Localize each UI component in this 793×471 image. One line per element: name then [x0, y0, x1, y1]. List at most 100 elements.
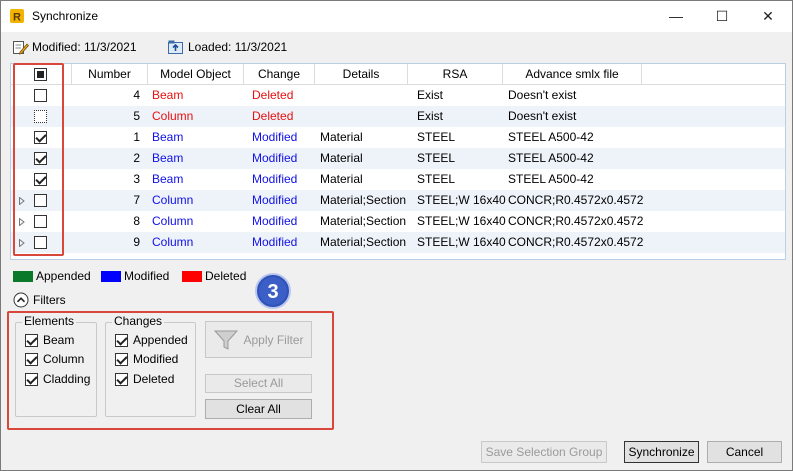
- legend-deleted-label: Deleted: [205, 269, 247, 283]
- clear-all-button[interactable]: Clear All: [205, 399, 312, 419]
- cell-rsa: STEEL;W 16x40: [417, 214, 506, 228]
- table-row[interactable]: 1 Beam Modified Material STEEL STEEL A500-42: [11, 127, 785, 148]
- apply-filter-label: Apply Filter: [243, 332, 304, 347]
- table-row[interactable]: 7 Column Modified Material;Section STEEL;W 1…: [11, 190, 785, 211]
- filter-beam-label: Beam: [43, 333, 75, 347]
- cell-number: 7: [133, 193, 140, 207]
- table-row[interactable]: 4 Beam Deleted Exist Doesn't exist: [11, 85, 785, 106]
- table-row[interactable]: 2 Beam Modified Material STEEL STEEL A500-42: [11, 148, 785, 169]
- loaded-date: Loaded: 11/3/2021: [188, 40, 288, 54]
- synchronize-button[interactable]: Synchronize: [624, 441, 699, 463]
- elements-group: Elements Beam Column Cladding: [15, 314, 97, 417]
- header-details[interactable]: Details: [315, 64, 408, 85]
- filter-appended-label: Appended: [133, 333, 188, 347]
- cell-change: Modified: [252, 130, 298, 144]
- minimize-button[interactable]: —: [653, 1, 699, 32]
- header-model-object[interactable]: Model Object: [148, 64, 244, 85]
- cell-change: Deleted: [252, 88, 294, 102]
- filter-column[interactable]: Column: [25, 352, 84, 366]
- filter-modified-checkbox[interactable]: [115, 352, 128, 366]
- cell-smlx: CONCR;R0.4572x0.4572: [508, 214, 644, 228]
- header-change[interactable]: Change: [244, 64, 315, 85]
- header-rsa[interactable]: RSA: [408, 64, 503, 85]
- legend-appended: Appended: [13, 269, 91, 283]
- cell-details: [320, 106, 408, 127]
- window-title: Synchronize: [32, 9, 99, 23]
- select-all-button[interactable]: Select All: [205, 374, 312, 393]
- cell-smlx: Doesn't exist: [508, 88, 577, 102]
- cell-details: Material: [320, 172, 363, 186]
- cancel-button[interactable]: Cancel: [707, 441, 782, 463]
- svg-text:R: R: [13, 12, 21, 24]
- filter-appended-checkbox[interactable]: [115, 333, 128, 347]
- collapse-chevron-icon[interactable]: [13, 292, 29, 308]
- filter-beam[interactable]: Beam: [25, 333, 74, 347]
- cell-details: Material;Section: [320, 235, 407, 249]
- cell-smlx: CONCR;R0.4572x0.4572: [508, 193, 644, 207]
- table-row[interactable]: 3 Beam Modified Material STEEL STEEL A500-42: [11, 169, 785, 190]
- cell-smlx: Doesn't exist: [508, 109, 577, 123]
- filter-beam-checkbox[interactable]: [25, 333, 38, 347]
- legend-deleted: Deleted: [182, 269, 246, 283]
- table-row[interactable]: 5 Column Deleted Exist Doesn't exist: [11, 106, 785, 127]
- filter-deleted-checkbox[interactable]: [115, 372, 128, 386]
- legend-modified: Modified: [101, 269, 169, 283]
- cell-smlx: STEEL A500-42: [508, 172, 594, 186]
- app-icon: R: [10, 9, 24, 24]
- deleted-swatch: [182, 270, 202, 282]
- cell-number: 9: [133, 235, 140, 249]
- cell-smlx: STEEL A500-42: [508, 130, 594, 144]
- legend-appended-label: Appended: [36, 269, 91, 283]
- table-row[interactable]: 9 Column Modified Material;Section STEEL;W 1…: [11, 232, 785, 253]
- cell-change: Deleted: [252, 109, 294, 123]
- cell-change: Modified: [252, 172, 298, 186]
- table-row[interactable]: 8 Column Modified Material;Section STEEL;W 1…: [11, 211, 785, 232]
- cell-number: 1: [133, 130, 140, 144]
- cell-rsa: Exist: [417, 109, 444, 123]
- cell-object: Column: [152, 193, 194, 207]
- cell-details: Material: [320, 151, 363, 165]
- sync-grid: Number Model Object Change Details RSA A…: [10, 63, 786, 260]
- cell-details: Material;Section: [320, 193, 407, 207]
- cell-details: Material;Section: [320, 214, 407, 228]
- cell-number: 5: [133, 109, 140, 123]
- funnel-icon: [214, 330, 239, 350]
- close-button[interactable]: ✕: [745, 1, 791, 32]
- header-number[interactable]: Number: [72, 64, 148, 85]
- cell-smlx: CONCR;R0.4572x0.4572: [508, 235, 644, 249]
- appended-swatch: [13, 270, 33, 282]
- legend-modified-label: Modified: [124, 269, 170, 283]
- svg-text:3: 3: [267, 281, 278, 303]
- elements-group-title: Elements: [22, 314, 77, 328]
- cell-object: Column: [152, 214, 194, 228]
- filter-column-label: Column: [43, 352, 85, 366]
- edit-document-icon: [13, 41, 29, 55]
- filter-deleted[interactable]: Deleted: [115, 372, 174, 386]
- filter-cladding[interactable]: Cladding: [25, 372, 90, 386]
- modified-date: Modified: 11/3/2021: [32, 40, 137, 54]
- header-smlx[interactable]: Advance smlx file: [503, 64, 642, 85]
- filter-modified[interactable]: Modified: [115, 352, 178, 366]
- cell-object: Beam: [152, 151, 184, 165]
- changes-group: Changes Appended Modified Deleted: [105, 314, 196, 417]
- maximize-button[interactable]: ☐: [699, 1, 745, 32]
- cell-object: Beam: [152, 172, 184, 186]
- cell-number: 8: [133, 214, 140, 228]
- modified-info: Modified: 11/3/2021: [12, 39, 137, 55]
- filter-deleted-label: Deleted: [133, 372, 175, 386]
- step-number-badge: 3: [255, 273, 291, 309]
- synchronize-dialog: R Synchronize — ☐ ✕ Modified: 11/3/2021 …: [0, 0, 793, 471]
- save-selection-group-button[interactable]: Save Selection Group: [481, 441, 607, 463]
- filter-column-checkbox[interactable]: [25, 352, 38, 366]
- grid-header: Number Model Object Change Details RSA A…: [11, 64, 785, 85]
- cell-number: 3: [133, 172, 140, 186]
- loaded-info: Loaded: 11/3/2021: [167, 39, 287, 55]
- cell-rsa: STEEL: [417, 151, 456, 165]
- filters-toggle[interactable]: Filters: [13, 292, 66, 308]
- cell-details: Material: [320, 130, 363, 144]
- cell-object: Beam: [152, 88, 184, 102]
- filter-cladding-checkbox[interactable]: [25, 372, 38, 386]
- apply-filter-button[interactable]: Apply Filter: [205, 321, 312, 358]
- filter-appended[interactable]: Appended: [115, 333, 188, 347]
- filter-cladding-label: Cladding: [43, 372, 91, 386]
